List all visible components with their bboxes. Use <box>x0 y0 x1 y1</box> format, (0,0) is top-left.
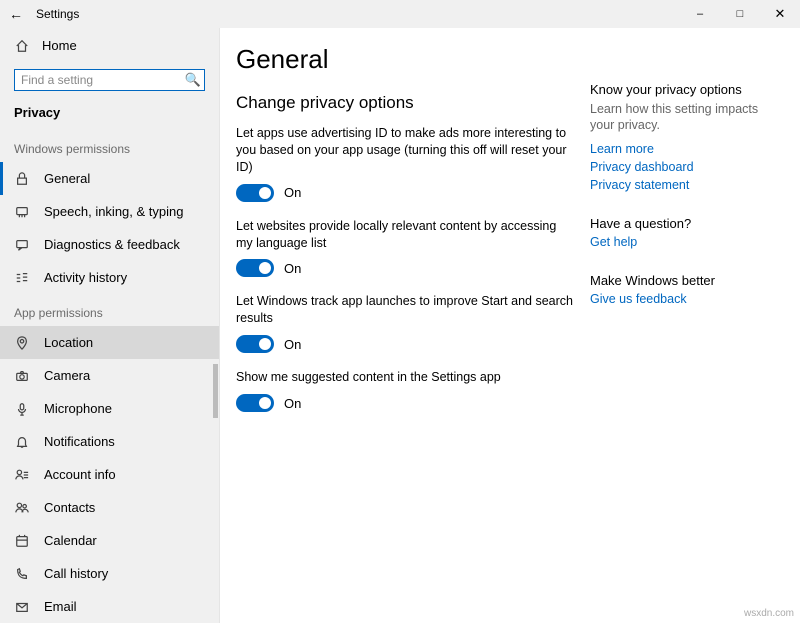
link-learn-more[interactable]: Learn more <box>590 142 780 156</box>
setting-desc: Show me suggested content in the Setting… <box>236 369 576 386</box>
sidebar-item-label: Contacts <box>44 500 95 515</box>
setting-advertising-id: Let apps use advertising ID to make ads … <box>236 125 576 202</box>
link-give-feedback[interactable]: Give us feedback <box>590 292 780 306</box>
sidebar-item-label: Activity history <box>44 270 127 285</box>
sidebar-item-notifications[interactable]: Notifications <box>0 425 219 458</box>
setting-desc: Let websites provide locally relevant co… <box>236 218 576 252</box>
back-button[interactable]: ← <box>0 6 32 22</box>
toggle-state-label: On <box>284 396 301 411</box>
sidebar-item-label: Location <box>44 335 93 350</box>
window-title: Settings <box>32 7 79 21</box>
setting-desc: Let Windows track app launches to improv… <box>236 293 576 327</box>
sidebar-item-label: Notifications <box>44 434 115 449</box>
toggle-state-label: On <box>284 337 301 352</box>
toggle-app-launches[interactable] <box>236 335 274 353</box>
info-heading-question: Have a question? <box>590 216 780 231</box>
page-title: General <box>236 44 576 75</box>
sidebar-item-label: Email <box>44 599 77 614</box>
sidebar-item-camera[interactable]: Camera <box>0 359 219 392</box>
lock-icon <box>14 172 30 186</box>
sidebar-item-home[interactable]: Home <box>0 28 219 63</box>
sidebar-item-label: Microphone <box>44 401 112 416</box>
toggle-state-label: On <box>284 185 301 200</box>
search-input[interactable] <box>15 73 182 87</box>
email-icon <box>14 600 30 614</box>
search-icon: 🔍 <box>182 72 204 88</box>
feedback-icon <box>14 238 30 252</box>
sidebar-item-email[interactable]: Email <box>0 590 219 623</box>
close-button[interactable]: ✕ <box>760 6 800 22</box>
notifications-icon <box>14 435 30 449</box>
info-subtext: Learn how this setting impacts your priv… <box>590 101 780 134</box>
activity-icon <box>14 271 30 285</box>
sidebar-item-label: Account info <box>44 467 116 482</box>
toggle-state-label: On <box>284 261 301 276</box>
sidebar-home-label: Home <box>42 38 77 53</box>
home-icon <box>14 39 30 53</box>
sidebar-item-speech-inking-typing[interactable]: Speech, inking, & typing <box>0 195 219 228</box>
sidebar-item-label: Calendar <box>44 533 97 548</box>
sidebar-item-label: Camera <box>44 368 90 383</box>
call-history-icon <box>14 567 30 581</box>
search-input-container[interactable]: 🔍 <box>14 69 205 91</box>
sidebar-item-label: Call history <box>44 566 108 581</box>
setting-desc: Let apps use advertising ID to make ads … <box>236 125 576 176</box>
page-subtitle: Change privacy options <box>236 93 576 113</box>
sidebar-item-microphone[interactable]: Microphone <box>0 392 219 425</box>
info-panel: Know your privacy options Learn how this… <box>590 38 780 623</box>
link-get-help[interactable]: Get help <box>590 235 780 249</box>
sidebar-item-contacts[interactable]: Contacts <box>0 491 219 524</box>
sidebar-scrollbar[interactable] <box>213 364 218 418</box>
sidebar-item-activity-history[interactable]: Activity history <box>0 261 219 294</box>
sidebar-item-account-info[interactable]: Account info <box>0 458 219 491</box>
maximize-button[interactable]: □ <box>720 8 760 20</box>
location-icon <box>14 336 30 350</box>
sidebar: Home 🔍 Privacy Windows permissions Gener… <box>0 28 220 623</box>
toggle-suggested-content[interactable] <box>236 394 274 412</box>
sidebar-item-calendar[interactable]: Calendar <box>0 524 219 557</box>
sidebar-group-app-permissions: App permissions <box>0 294 219 326</box>
watermark: wsxdn.com <box>744 608 794 619</box>
sidebar-item-location[interactable]: Location <box>0 326 219 359</box>
info-heading-make-better: Make Windows better <box>590 273 780 288</box>
toggle-advertising-id[interactable] <box>236 184 274 202</box>
account-icon <box>14 468 30 482</box>
setting-suggested-content: Show me suggested content in the Setting… <box>236 369 576 412</box>
speech-icon <box>14 205 30 219</box>
sidebar-item-label: Speech, inking, & typing <box>44 204 183 219</box>
contacts-icon <box>14 501 30 515</box>
setting-app-launches: Let Windows track app launches to improv… <box>236 293 576 353</box>
toggle-language-list[interactable] <box>236 259 274 277</box>
link-privacy-statement[interactable]: Privacy statement <box>590 178 780 192</box>
sidebar-item-label: Diagnostics & feedback <box>44 237 180 252</box>
sidebar-heading-privacy: Privacy <box>0 101 219 130</box>
camera-icon <box>14 369 30 383</box>
sidebar-item-diagnostics-feedback[interactable]: Diagnostics & feedback <box>0 228 219 261</box>
microphone-icon <box>14 402 30 416</box>
sidebar-group-windows-permissions: Windows permissions <box>0 130 219 162</box>
setting-language-list: Let websites provide locally relevant co… <box>236 218 576 278</box>
sidebar-item-call-history[interactable]: Call history <box>0 557 219 590</box>
minimize-button[interactable]: – <box>680 8 720 20</box>
sidebar-item-label: General <box>44 171 90 186</box>
info-heading-privacy-options: Know your privacy options <box>590 82 780 97</box>
sidebar-item-general[interactable]: General <box>0 162 219 195</box>
link-privacy-dashboard[interactable]: Privacy dashboard <box>590 160 780 174</box>
calendar-icon <box>14 534 30 548</box>
